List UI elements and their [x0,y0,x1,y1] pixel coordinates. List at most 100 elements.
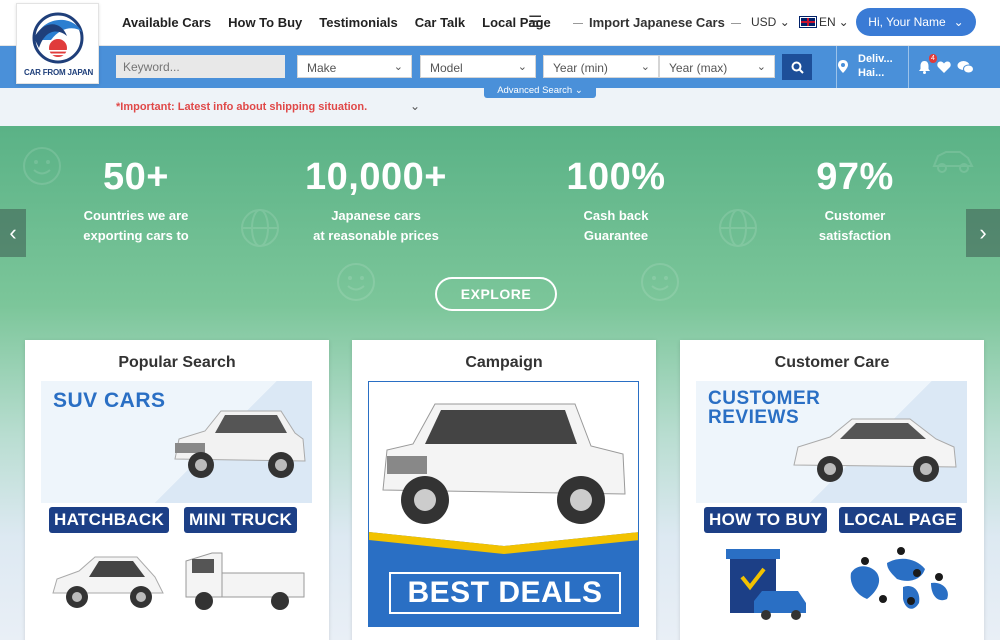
import-label: Import Japanese Cars [589,15,725,30]
user-icons: 4 [918,54,974,77]
shipping-notice-text[interactable]: *Important: Latest info about shipping s… [116,101,367,113]
hero-banner: ‹ › 50+ Countries we are exporting cars t… [0,126,1000,640]
advanced-search-label: Advanced Search [497,85,573,96]
stat-label: Cash back Guarantee [583,208,649,243]
currency-selector[interactable]: USD ⌄ [751,15,790,29]
stat-number: 50+ [103,156,169,198]
chevron-right-icon: › [979,220,987,245]
year-max-select[interactable]: Year (max) ⌄ [659,55,775,78]
best-deals-label: BEST DEALS [389,572,621,614]
stat-satisfaction: 97% Customer satisfaction [745,156,965,246]
model-value: Model [430,61,463,75]
delivery-location[interactable]: Deliv... Hai... [838,52,893,80]
sedan-car-image [793,418,957,482]
smiley-decoration-icon [641,263,679,301]
stat-label: Countries we are exporting cars to [83,208,189,243]
shop-car-icon [726,549,806,620]
stat-label: Japanese cars at reasonable prices [313,208,439,243]
mini-truck-label: MINI TRUCK [184,507,298,533]
notification-bell-icon[interactable]: 4 [918,54,937,77]
suv-car-image [174,410,306,478]
logo-emblem-icon [32,12,84,64]
customer-reviews-tile[interactable]: CUSTOMER REVIEWS [696,381,967,503]
keyword-input[interactable] [116,55,285,78]
customer-care-card: Customer Care CUSTOMER REVIEWS HOW TO BUY [680,340,984,640]
search-bar: Make ⌄ Model ⌄ Year (min) ⌄ Year (max) ⌄ Del… [0,46,1000,88]
user-label: Hi, Your Name [868,15,946,29]
site-logo[interactable]: CAR FROM JAPAN [16,3,99,84]
delivery-line2: Hai... [858,67,885,79]
main-nav: Available Cars How To Buy Testimonials C… [122,15,551,30]
hatchback-label: HATCHBACK [49,507,170,533]
stat-label: Customer satisfaction [818,208,892,243]
smiley-decoration-icon [337,263,375,301]
delivery-line1: Deliv... [858,53,893,65]
chevron-down-icon[interactable]: ⌄ [410,99,420,113]
stat-cashback: 100% Cash back Guarantee [506,156,726,246]
stat-cars: 10,000+ Japanese cars at reasonable price… [266,156,486,246]
world-map-pins-icon [850,547,948,609]
campaign-best-deals-tile[interactable]: BEST DEALS [368,381,639,627]
currency-value: USD [751,15,777,29]
card-title: Popular Search [118,354,236,371]
stat-number: 10,000+ [305,156,447,198]
stat-number: 97% [816,156,894,198]
language-value: EN [819,15,836,29]
logo-text: CAR FROM JAPAN [23,68,94,77]
mini-truck-image [185,552,305,610]
card-title: Campaign [465,354,543,371]
chevron-down-icon: ⌄ [779,15,790,29]
stat-countries: 50+ Countries we are exporting cars to [26,156,246,246]
heart-icon[interactable] [937,61,951,76]
chevron-down-icon: ⌄ [393,61,403,73]
notification-count-badge: 4 [929,54,937,63]
nav-available-cars[interactable]: Available Cars [122,15,211,30]
divider [836,46,837,88]
suv-cars-tile[interactable]: SUV CARS [41,381,312,503]
hatchback-car-image [52,556,164,608]
campaign-suv-image [382,403,626,524]
make-select[interactable]: Make ⌄ [297,55,412,78]
import-japanese-cars-link[interactable]: Import Japanese Cars [567,15,747,30]
mini-truck-tile[interactable]: MINI TRUCK [178,503,312,623]
user-account-button[interactable]: Hi, Your Name ⌄ [856,8,976,36]
search-button[interactable] [782,54,812,80]
location-pin-icon [838,60,848,73]
menu-icon[interactable]: ☰ [528,12,542,32]
how-to-buy-label: HOW TO BUY [704,507,828,533]
year-min-value: Year (min) [553,61,608,75]
campaign-card: Campaign BEST DEALS [352,340,656,640]
model-select[interactable]: Model ⌄ [420,55,536,78]
nav-testimonials[interactable]: Testimonials [319,15,398,30]
card-title: Customer Care [774,354,890,371]
chevron-down-icon: ⌄ [574,85,583,96]
chat-icon[interactable] [957,60,974,77]
advanced-search-toggle[interactable]: Advanced Search ⌄ [484,84,596,98]
chevron-down-icon: ⌄ [640,61,650,73]
chevron-down-icon: ⌄ [953,15,964,29]
top-navigation-bar: Available Cars How To Buy Testimonials C… [0,0,1000,46]
chevron-down-icon: ⌄ [838,15,849,29]
language-selector[interactable]: EN ⌄ [799,15,849,29]
year-max-value: Year (max) [669,61,728,75]
suv-cars-label: SUV CARS [53,389,166,412]
local-page-tile[interactable]: LOCAL PAGE [833,503,967,623]
nav-how-to-buy[interactable]: How To Buy [228,15,302,30]
carousel-next-arrow[interactable]: › [966,209,1000,257]
hatchback-tile[interactable]: HATCHBACK [41,503,175,623]
chevron-down-icon: ⌄ [517,61,527,73]
make-value: Make [307,61,337,75]
how-to-buy-tile[interactable]: HOW TO BUY [696,503,830,623]
popular-search-card: Popular Search SUV CARS HATCHBACK MINI T… [25,340,329,640]
local-page-label: LOCAL PAGE [839,507,962,533]
nav-car-talk[interactable]: Car Talk [415,15,465,30]
year-min-select[interactable]: Year (min) ⌄ [543,55,659,78]
chevron-down-icon: ⌄ [756,61,766,73]
divider [908,46,909,88]
explore-button[interactable]: EXPLORE [435,277,557,311]
carousel-prev-arrow[interactable]: ‹ [0,209,26,257]
search-icon [791,61,804,74]
stat-number: 100% [566,156,666,198]
chevron-left-icon: ‹ [9,220,17,245]
uk-flag-icon [799,16,817,28]
